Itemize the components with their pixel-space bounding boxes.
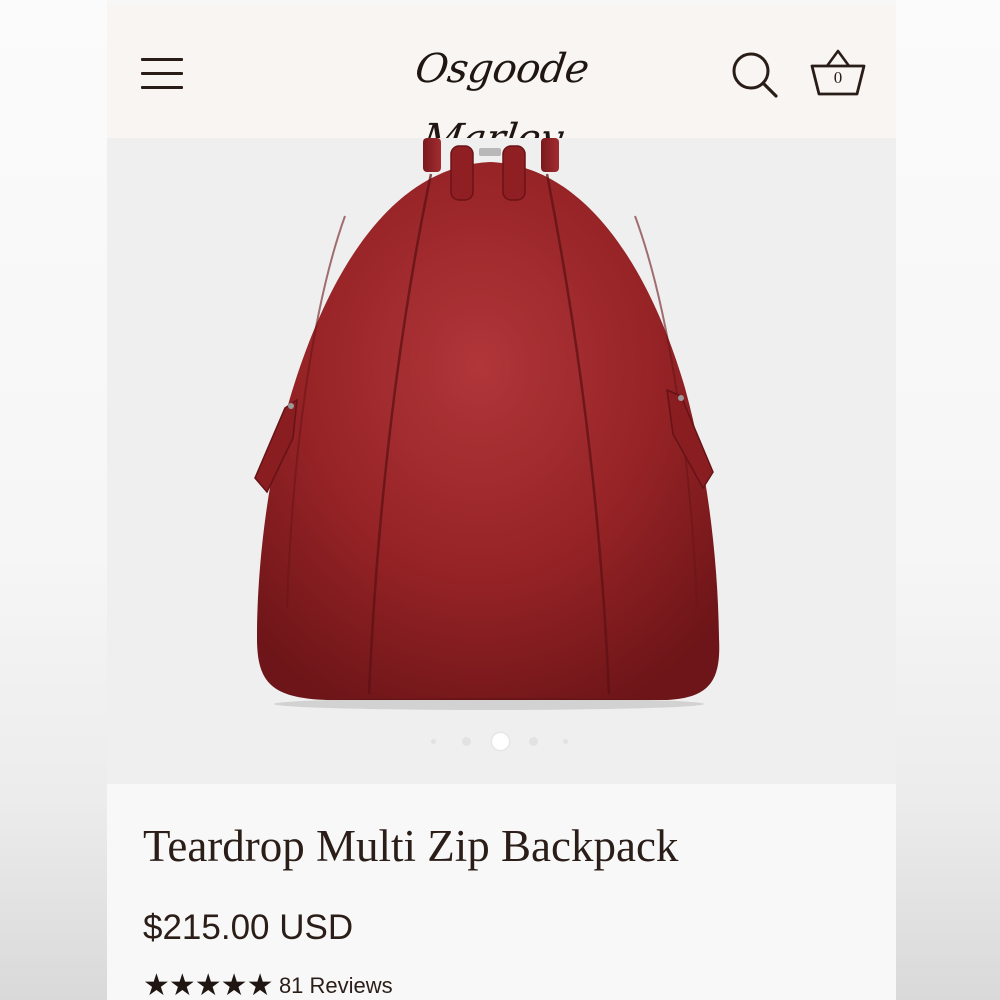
gallery-dot-4[interactable] [529, 737, 538, 746]
cart-button[interactable]: 0 [807, 44, 869, 102]
star-rating-icon: ★★★★★ [143, 969, 273, 1000]
product-page: Osgoode Marley 0 [107, 0, 896, 1000]
gallery-dot-2[interactable] [462, 737, 471, 746]
site-header: Osgoode Marley 0 [107, 4, 896, 162]
gallery-dot-5[interactable] [563, 739, 568, 744]
product-info: Teardrop Multi Zip Backpack $215.00 USD … [107, 784, 896, 1000]
hamburger-menu-icon[interactable] [139, 56, 187, 96]
gallery-pagination [417, 728, 597, 752]
reviews-link[interactable]: 81 Reviews [279, 973, 393, 999]
product-title: Teardrop Multi Zip Backpack [143, 821, 679, 871]
backpack-image [254, 138, 720, 710]
product-price: $215.00 USD [143, 908, 354, 947]
gallery-dot-3[interactable] [492, 733, 509, 750]
search-icon[interactable] [730, 50, 780, 100]
product-image[interactable] [107, 138, 896, 784]
gallery-dot-1[interactable] [431, 739, 436, 744]
cart-count: 0 [833, 68, 843, 87]
brand-logo[interactable]: Osgoode Marley [352, 34, 652, 162]
product-rating[interactable]: ★★★★★ 81 Reviews [143, 968, 393, 1000]
